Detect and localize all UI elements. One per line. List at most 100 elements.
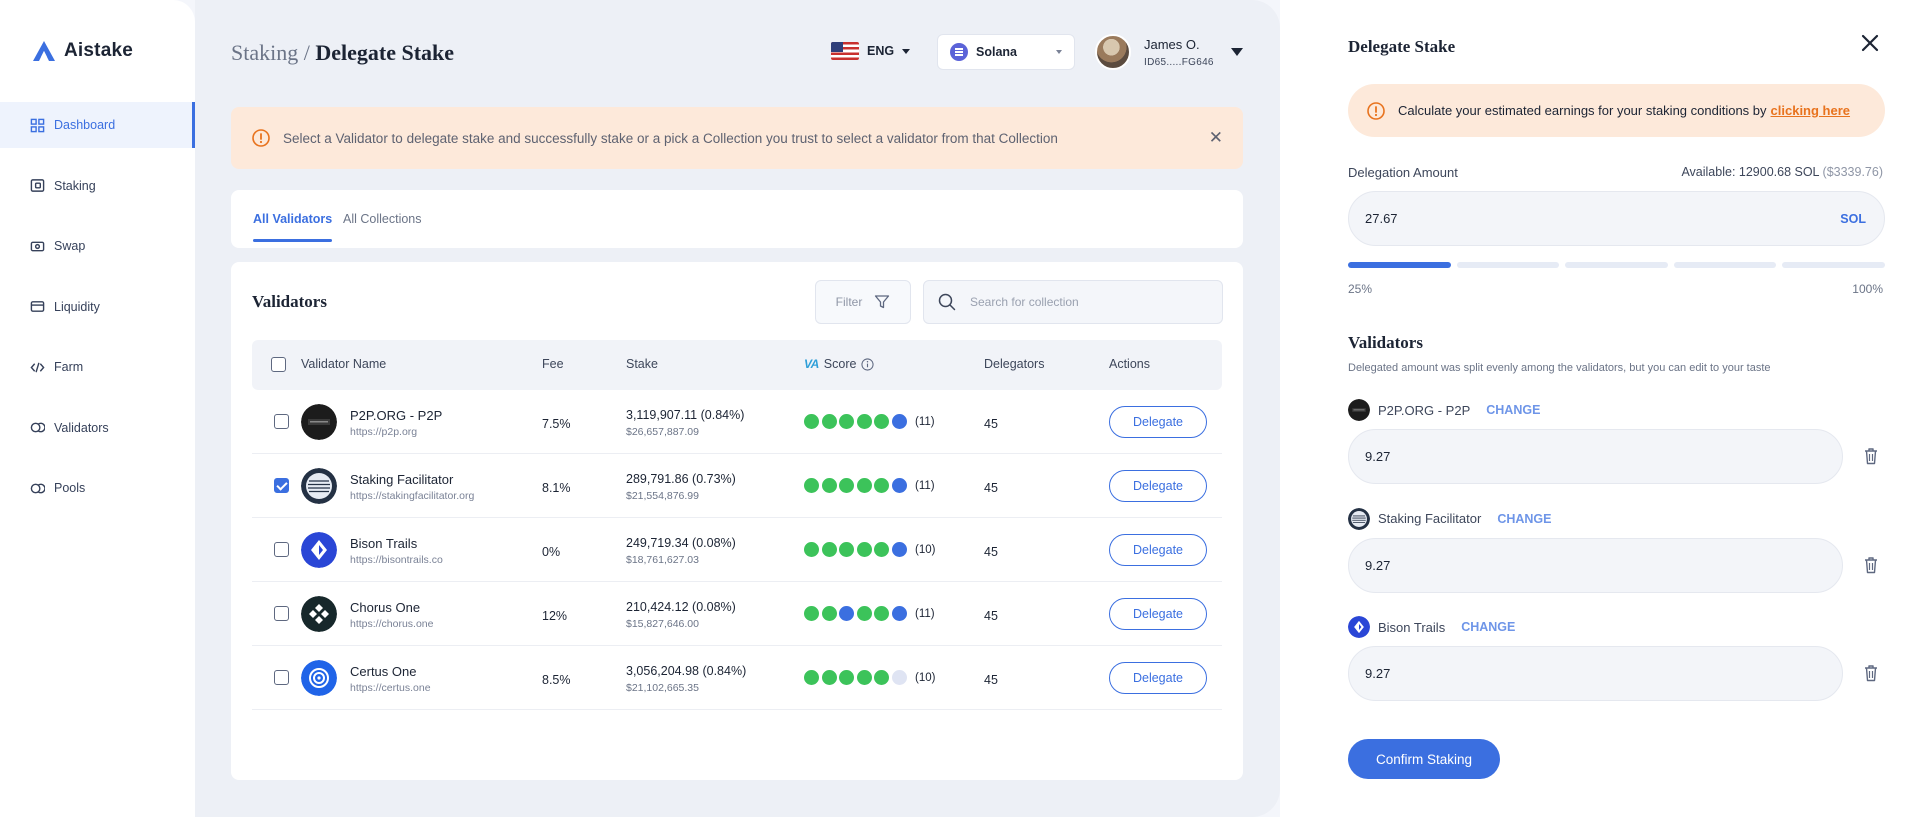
search-bar <box>923 280 1223 324</box>
validators-card: Validators Filter Validator Name Fee Sta… <box>231 262 1243 780</box>
validator-name: Staking Facilitator <box>350 472 454 487</box>
select-all-checkbox[interactable] <box>271 357 286 372</box>
row-checkbox[interactable] <box>274 670 289 685</box>
tab-all-validators[interactable]: All Validators <box>253 212 333 242</box>
delegate-button[interactable]: Delegate <box>1109 470 1207 502</box>
sidebar-item-swap[interactable]: Swap <box>0 223 195 269</box>
validator-url[interactable]: https://certus.one <box>350 682 431 694</box>
validator-delegators: 45 <box>984 673 998 687</box>
breadcrumb-parent[interactable]: Staking <box>231 40 298 65</box>
column-header-actions: Actions <box>1109 357 1150 371</box>
sidebar-item-label: Validators <box>54 420 109 435</box>
selected-validator-header: Staking Facilitator CHANGE <box>1348 507 1552 530</box>
confirm-staking-button[interactable]: Confirm Staking <box>1348 739 1500 779</box>
earnings-alert: Calculate your estimated earnings for yo… <box>1348 84 1885 137</box>
validator-url[interactable]: https://stakingfacilitator.org <box>350 490 474 502</box>
score-dot <box>874 478 889 493</box>
score-indicator: (11) <box>804 606 935 621</box>
validator-url[interactable]: https://p2p.org <box>350 426 417 438</box>
us-flag-icon <box>831 42 859 60</box>
delegation-amount-label: Delegation Amount <box>1348 165 1458 180</box>
grid-icon <box>30 118 45 132</box>
score-dot <box>891 414 907 429</box>
slider-segment[interactable] <box>1565 262 1668 268</box>
validator-amount-input[interactable] <box>1365 557 1805 573</box>
language-selector[interactable]: ENG <box>831 42 911 60</box>
sidebar-item-validators[interactable]: Validators <box>0 405 195 451</box>
breadcrumb-separator: / <box>298 40 316 65</box>
score-indicator: (10) <box>804 542 935 557</box>
delegate-button[interactable]: Delegate <box>1109 662 1207 694</box>
info-icon <box>252 129 270 147</box>
sidebar-item-pools[interactable]: Pools <box>0 465 195 511</box>
app-logo[interactable]: Aistake <box>32 40 133 62</box>
score-dot <box>821 414 837 429</box>
trash-icon[interactable] <box>1863 447 1879 465</box>
table-row[interactable]: Certus One https://certus.one 8.5% 3,056… <box>252 646 1222 710</box>
validator-logo <box>301 660 337 696</box>
score-dot <box>804 542 819 557</box>
score-dot <box>839 542 854 557</box>
trash-icon[interactable] <box>1863 556 1879 574</box>
info-icon[interactable] <box>861 357 875 371</box>
validator-url[interactable]: https://bisontrails.co <box>350 554 443 566</box>
selected-validator-header: P2P.ORG - P2P CHANGE <box>1348 399 1540 421</box>
change-validator-link[interactable]: CHANGE <box>1461 620 1515 634</box>
chevron-down-icon <box>902 48 911 54</box>
sidebar-item-dashboard[interactable]: Dashboard <box>0 102 195 148</box>
slider-segment[interactable] <box>1782 262 1885 268</box>
change-validator-link[interactable]: CHANGE <box>1497 512 1551 526</box>
filter-button[interactable]: Filter <box>815 280 911 324</box>
network-selector[interactable]: Solana <box>937 34 1075 70</box>
slider-segment[interactable] <box>1673 262 1777 268</box>
validator-url[interactable]: https://chorus.one <box>350 618 433 630</box>
validator-logo <box>301 468 337 504</box>
user-menu[interactable]: James O. ID65.....FG646 <box>1095 34 1243 70</box>
sidebar-item-liquidity[interactable]: Liquidity <box>0 284 195 330</box>
info-alert: Select a Validator to delegate stake and… <box>231 107 1243 169</box>
validator-stake-usd: $26,657,887.09 <box>626 426 699 438</box>
table-row[interactable]: Staking Facilitator https://stakingfacil… <box>252 454 1222 518</box>
score-dot <box>804 670 819 685</box>
row-checkbox[interactable] <box>274 478 289 493</box>
validator-fee: 8.5% <box>542 673 571 687</box>
filter-icon <box>875 295 890 309</box>
close-icon[interactable] <box>1855 28 1885 58</box>
delegate-button[interactable]: Delegate <box>1109 534 1207 566</box>
percentage-max-label: 100% <box>1852 282 1883 296</box>
selected-validator-header: Bison Trails CHANGE <box>1348 616 1515 638</box>
panel-title: Delegate Stake <box>1348 37 1456 56</box>
trash-icon[interactable] <box>1863 664 1879 682</box>
row-checkbox[interactable] <box>274 542 289 557</box>
validator-stake: 249,719.34 (0.08%) <box>626 536 736 550</box>
tab-all-collections[interactable]: All Collections <box>343 212 422 226</box>
delegate-button[interactable]: Delegate <box>1109 598 1207 630</box>
search-input[interactable] <box>970 295 1190 309</box>
table-row[interactable]: P2P.ORG - P2P https://p2p.org 7.5% 3,119… <box>252 390 1222 454</box>
validator-amount-input[interactable] <box>1365 666 1805 681</box>
score-indicator: (10) <box>804 670 935 685</box>
change-validator-link[interactable]: CHANGE <box>1486 403 1540 417</box>
score-count: (11) <box>915 607 935 620</box>
avatar <box>1095 34 1131 70</box>
slider-segment[interactable] <box>1348 262 1451 268</box>
row-checkbox[interactable] <box>274 606 289 621</box>
close-icon[interactable]: ✕ <box>1209 128 1223 148</box>
sidebar-item-staking[interactable]: Staking <box>0 163 195 209</box>
column-header-name: Validator Name <box>301 357 387 371</box>
amount-percentage-slider[interactable] <box>1348 262 1885 268</box>
delegation-amount-input[interactable] <box>1365 211 1841 226</box>
table-row[interactable]: Bison Trails https://bisontrails.co 0% 2… <box>252 518 1222 582</box>
column-header-score: VA Score <box>804 357 875 371</box>
calculate-earnings-link[interactable]: clicking here <box>1771 103 1850 118</box>
table-row[interactable]: Chorus One https://chorus.one 12% 210,42… <box>252 582 1222 646</box>
delegate-button[interactable]: Delegate <box>1109 406 1207 438</box>
slider-segment[interactable] <box>1456 262 1560 268</box>
row-checkbox[interactable] <box>274 414 289 429</box>
chevron-down-icon[interactable] <box>1230 48 1243 56</box>
card-icon <box>30 301 45 312</box>
breadcrumb: Staking / Delegate Stake <box>231 40 454 66</box>
score-dot <box>821 542 837 557</box>
validator-amount-input[interactable] <box>1365 449 1805 464</box>
sidebar-item-farm[interactable]: Farm <box>0 344 195 390</box>
